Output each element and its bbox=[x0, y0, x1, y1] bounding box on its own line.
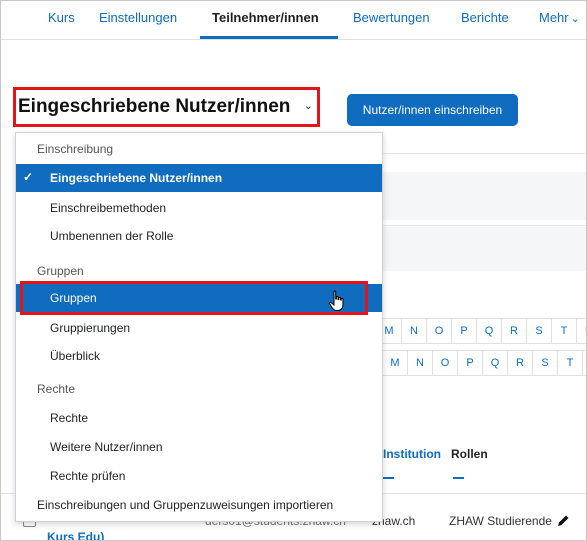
participants-page-select[interactable]: Eingeschriebene Nutzer/innen ⌄ bbox=[13, 87, 320, 127]
column-header-institution[interactable]: Institution bbox=[383, 447, 441, 461]
pencil-icon[interactable] bbox=[557, 514, 570, 527]
tab-bewertungen[interactable]: Bewertungen bbox=[353, 10, 430, 25]
first-name-initials-bar: M N O P Q R S T U bbox=[376, 318, 586, 344]
initial-letter[interactable]: P bbox=[457, 350, 483, 376]
menu-item-label: Einschreibungen und Gruppenzuweisungen i… bbox=[37, 498, 334, 512]
menu-item-enrolment-methods[interactable]: Einschreibemethoden bbox=[16, 194, 382, 222]
initial-letter[interactable]: O bbox=[426, 318, 452, 344]
participant-role: ZHAW Studierende bbox=[449, 514, 570, 528]
initial-letter[interactable]: O bbox=[432, 350, 458, 376]
menu-item-permissions[interactable]: Rechte bbox=[16, 404, 382, 432]
chevron-down-icon: ⌄ bbox=[303, 100, 313, 112]
menu-item-label: Rechte bbox=[50, 411, 89, 425]
column-header-roles: Rollen bbox=[451, 447, 488, 461]
initial-letter[interactable]: T bbox=[551, 318, 577, 344]
menu-item-check-permissions[interactable]: Rechte prüfen bbox=[16, 462, 382, 490]
menu-item-label: Weitere Nutzer/innen bbox=[50, 440, 163, 454]
initial-letter[interactable]: U bbox=[582, 350, 586, 376]
course-nav: Kurs Einstellungen Teilnehmer/innen Bewe… bbox=[1, 1, 586, 40]
initial-letter[interactable]: N bbox=[407, 350, 433, 376]
menu-item-rename-role[interactable]: Umbenennen der Rolle bbox=[16, 222, 382, 250]
tab-mehr-label: Mehr bbox=[539, 10, 569, 25]
tab-einstellungen[interactable]: Einstellungen bbox=[99, 10, 177, 25]
group-header-rechte: Rechte bbox=[37, 382, 76, 396]
tab-berichte[interactable]: Berichte bbox=[461, 10, 509, 25]
initial-letter[interactable]: P bbox=[451, 318, 477, 344]
group-header-einschreibung: Einschreibung bbox=[37, 142, 114, 156]
menu-item-enrolled-users[interactable]: ✓ Eingeschriebene Nutzer/innen bbox=[16, 164, 382, 192]
menu-item-overview[interactable]: Überblick bbox=[16, 342, 382, 370]
divider bbox=[381, 225, 586, 226]
menu-item-label: Eingeschriebene Nutzer/innen bbox=[50, 171, 223, 185]
initial-letter[interactable]: T bbox=[557, 350, 583, 376]
page-select-value: Eingeschriebene Nutzer/innen bbox=[18, 96, 291, 117]
menu-item-label: Gruppierungen bbox=[50, 321, 131, 335]
menu-item-label: Gruppen bbox=[50, 291, 97, 305]
last-name-initials-bar: M N O P Q R S T U bbox=[382, 350, 586, 376]
hand-pointer-icon bbox=[328, 290, 344, 311]
role-label: ZHAW Studierende bbox=[449, 514, 552, 528]
initial-letter[interactable]: S bbox=[532, 350, 558, 376]
app-window: Kurs Einstellungen Teilnehmer/innen Bewe… bbox=[0, 0, 587, 541]
participants-page-menu: Einschreibung ✓ Eingeschriebene Nutzer/i… bbox=[15, 132, 383, 522]
enrol-users-button[interactable]: Nutzer/innen einschreiben bbox=[347, 94, 518, 126]
initial-letter[interactable]: Q bbox=[482, 350, 508, 376]
initial-letter[interactable]: R bbox=[501, 318, 527, 344]
sort-indicator bbox=[453, 477, 464, 479]
initial-letter[interactable]: Q bbox=[476, 318, 502, 344]
active-tab-indicator bbox=[200, 36, 338, 39]
filter-panel bbox=[381, 172, 586, 220]
participant-name[interactable]: Kurs Edu) bbox=[47, 530, 104, 540]
menu-item-label: Überblick bbox=[50, 349, 101, 363]
menu-item-other-users[interactable]: Weitere Nutzer/innen bbox=[16, 433, 382, 461]
initial-letter[interactable]: S bbox=[526, 318, 552, 344]
menu-item-label: Umbenennen der Rolle bbox=[50, 229, 174, 243]
tab-teilnehmer[interactable]: Teilnehmer/innen bbox=[212, 10, 319, 25]
tab-mehr[interactable]: Mehr ⌄ bbox=[539, 10, 580, 25]
menu-item-import-enrolments[interactable]: Einschreibungen und Gruppenzuweisungen i… bbox=[16, 491, 382, 519]
group-header-gruppen: Gruppen bbox=[37, 264, 84, 278]
divider bbox=[381, 153, 586, 154]
menu-item-label: Rechte prüfen bbox=[50, 469, 126, 483]
chevron-down-icon: ⌄ bbox=[570, 13, 580, 25]
initial-letter[interactable]: U bbox=[576, 318, 586, 344]
initial-letter[interactable]: M bbox=[382, 350, 408, 376]
menu-item-label: Einschreibemethoden bbox=[50, 201, 167, 215]
check-icon: ✓ bbox=[23, 170, 34, 184]
initial-letter[interactable]: R bbox=[507, 350, 533, 376]
menu-item-groupings[interactable]: Gruppierungen bbox=[16, 314, 382, 342]
initial-letter[interactable]: N bbox=[401, 318, 427, 344]
tab-kurs[interactable]: Kurs bbox=[48, 10, 75, 25]
filter-panel bbox=[381, 227, 586, 271]
sort-indicator bbox=[383, 477, 394, 479]
